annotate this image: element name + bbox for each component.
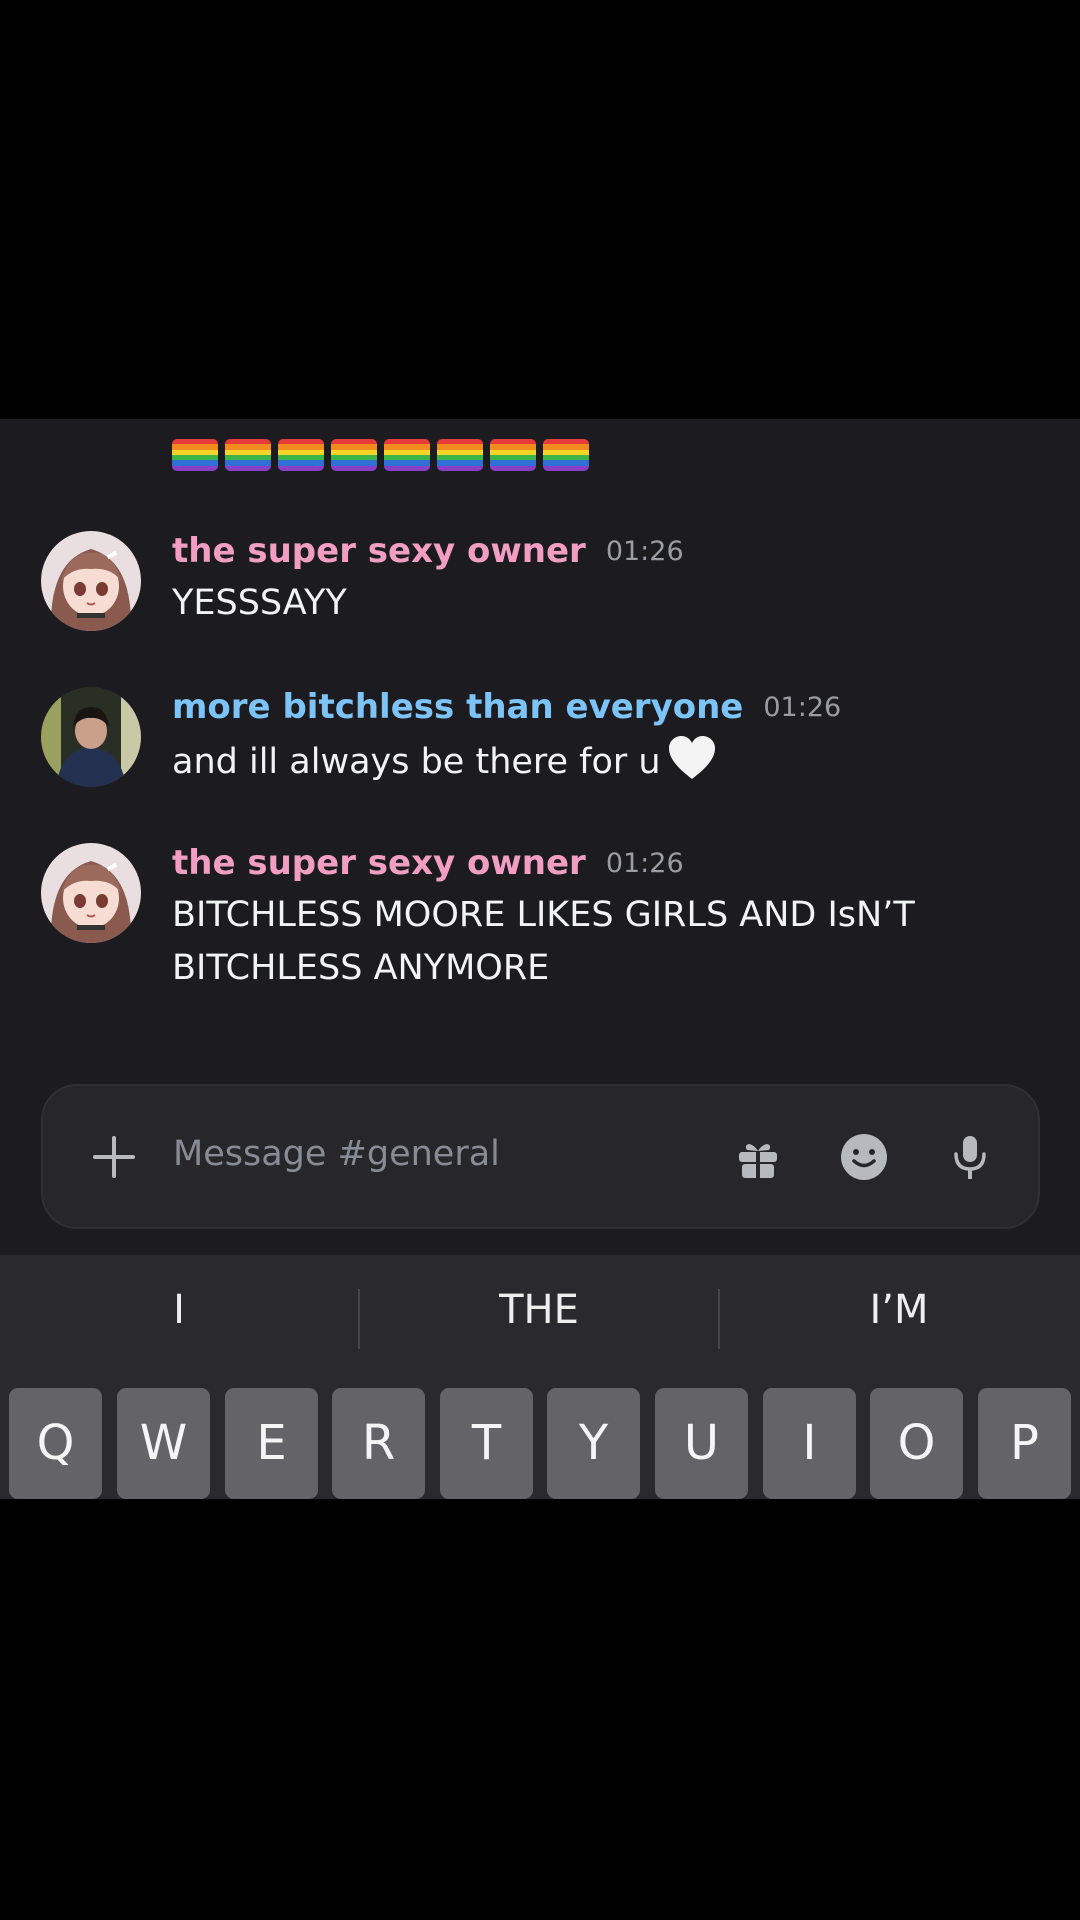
microphone-icon[interactable] — [945, 1132, 995, 1182]
key-u[interactable]: U — [655, 1388, 748, 1499]
message-text: BITCHLESS MOORE LIKES GIRLS AND IsN’T BI… — [172, 889, 1032, 995]
avatar-person[interactable] — [41, 687, 141, 787]
key-q[interactable]: Q — [9, 1388, 102, 1499]
author-name[interactable]: more bitchless than everyone — [172, 687, 743, 727]
avatar-anime-girl[interactable] — [41, 843, 141, 943]
message-timestamp: 01:26 — [763, 692, 842, 723]
key-t[interactable]: T — [440, 1388, 533, 1499]
rainbow-flag-icon — [490, 439, 536, 471]
message-text-line: BITCHLESS MOORE LIKES GIRLS AND IsN’T — [172, 895, 915, 935]
message-text-line: BITCHLESS ANYMORE — [172, 948, 550, 988]
rainbow-flags-message — [172, 439, 589, 471]
plus-icon[interactable] — [91, 1134, 137, 1180]
keyboard: I THE I’M Q W E R T Y U I O P — [0, 1255, 1080, 1499]
message-input-placeholder[interactable]: Message #general — [173, 1134, 500, 1174]
author-name[interactable]: the super sexy owner — [172, 531, 586, 571]
rainbow-flag-icon — [437, 439, 483, 471]
message-timestamp: 01:26 — [605, 536, 684, 567]
suggestion-1[interactable]: I — [0, 1255, 358, 1365]
message-timestamp: 01:26 — [605, 848, 684, 879]
key-i[interactable]: I — [763, 1388, 856, 1499]
key-w[interactable]: W — [117, 1388, 210, 1499]
key-e[interactable]: E — [225, 1388, 318, 1499]
message-composer[interactable]: Message #general — [41, 1084, 1040, 1229]
key-p[interactable]: P — [978, 1388, 1071, 1499]
message-author[interactable]: more bitchless than everyone 01:26 — [172, 687, 841, 727]
avatar-anime-girl[interactable] — [41, 531, 141, 631]
message-author[interactable]: the super sexy owner 01:26 — [172, 531, 684, 571]
emoji-icon[interactable] — [839, 1132, 889, 1182]
rainbow-flag-icon — [278, 439, 324, 471]
rainbow-flag-icon — [331, 439, 377, 471]
key-y[interactable]: Y — [547, 1388, 640, 1499]
message-text: YESSSAYY — [172, 583, 347, 623]
rainbow-flag-icon — [384, 439, 430, 471]
white-heart-icon — [668, 736, 715, 779]
message-text-body: and ill always be there for u — [172, 742, 661, 782]
suggestion-2[interactable]: THE — [360, 1255, 718, 1365]
message-author[interactable]: the super sexy owner 01:26 — [172, 843, 684, 883]
message-text: and ill always be there for u — [172, 735, 1032, 789]
key-r[interactable]: R — [332, 1388, 425, 1499]
rainbow-flag-icon — [543, 439, 589, 471]
app-frame: the super sexy owner 01:26 YESSSAYY more … — [0, 419, 1080, 1499]
rainbow-flag-icon — [225, 439, 271, 471]
gift-icon[interactable] — [733, 1132, 783, 1182]
suggestion-3[interactable]: I’M — [720, 1255, 1078, 1365]
key-o[interactable]: O — [870, 1388, 963, 1499]
chat-area: the super sexy owner 01:26 YESSSAYY more … — [0, 419, 1080, 1499]
rainbow-flag-icon — [172, 439, 218, 471]
author-name[interactable]: the super sexy owner — [172, 843, 586, 883]
